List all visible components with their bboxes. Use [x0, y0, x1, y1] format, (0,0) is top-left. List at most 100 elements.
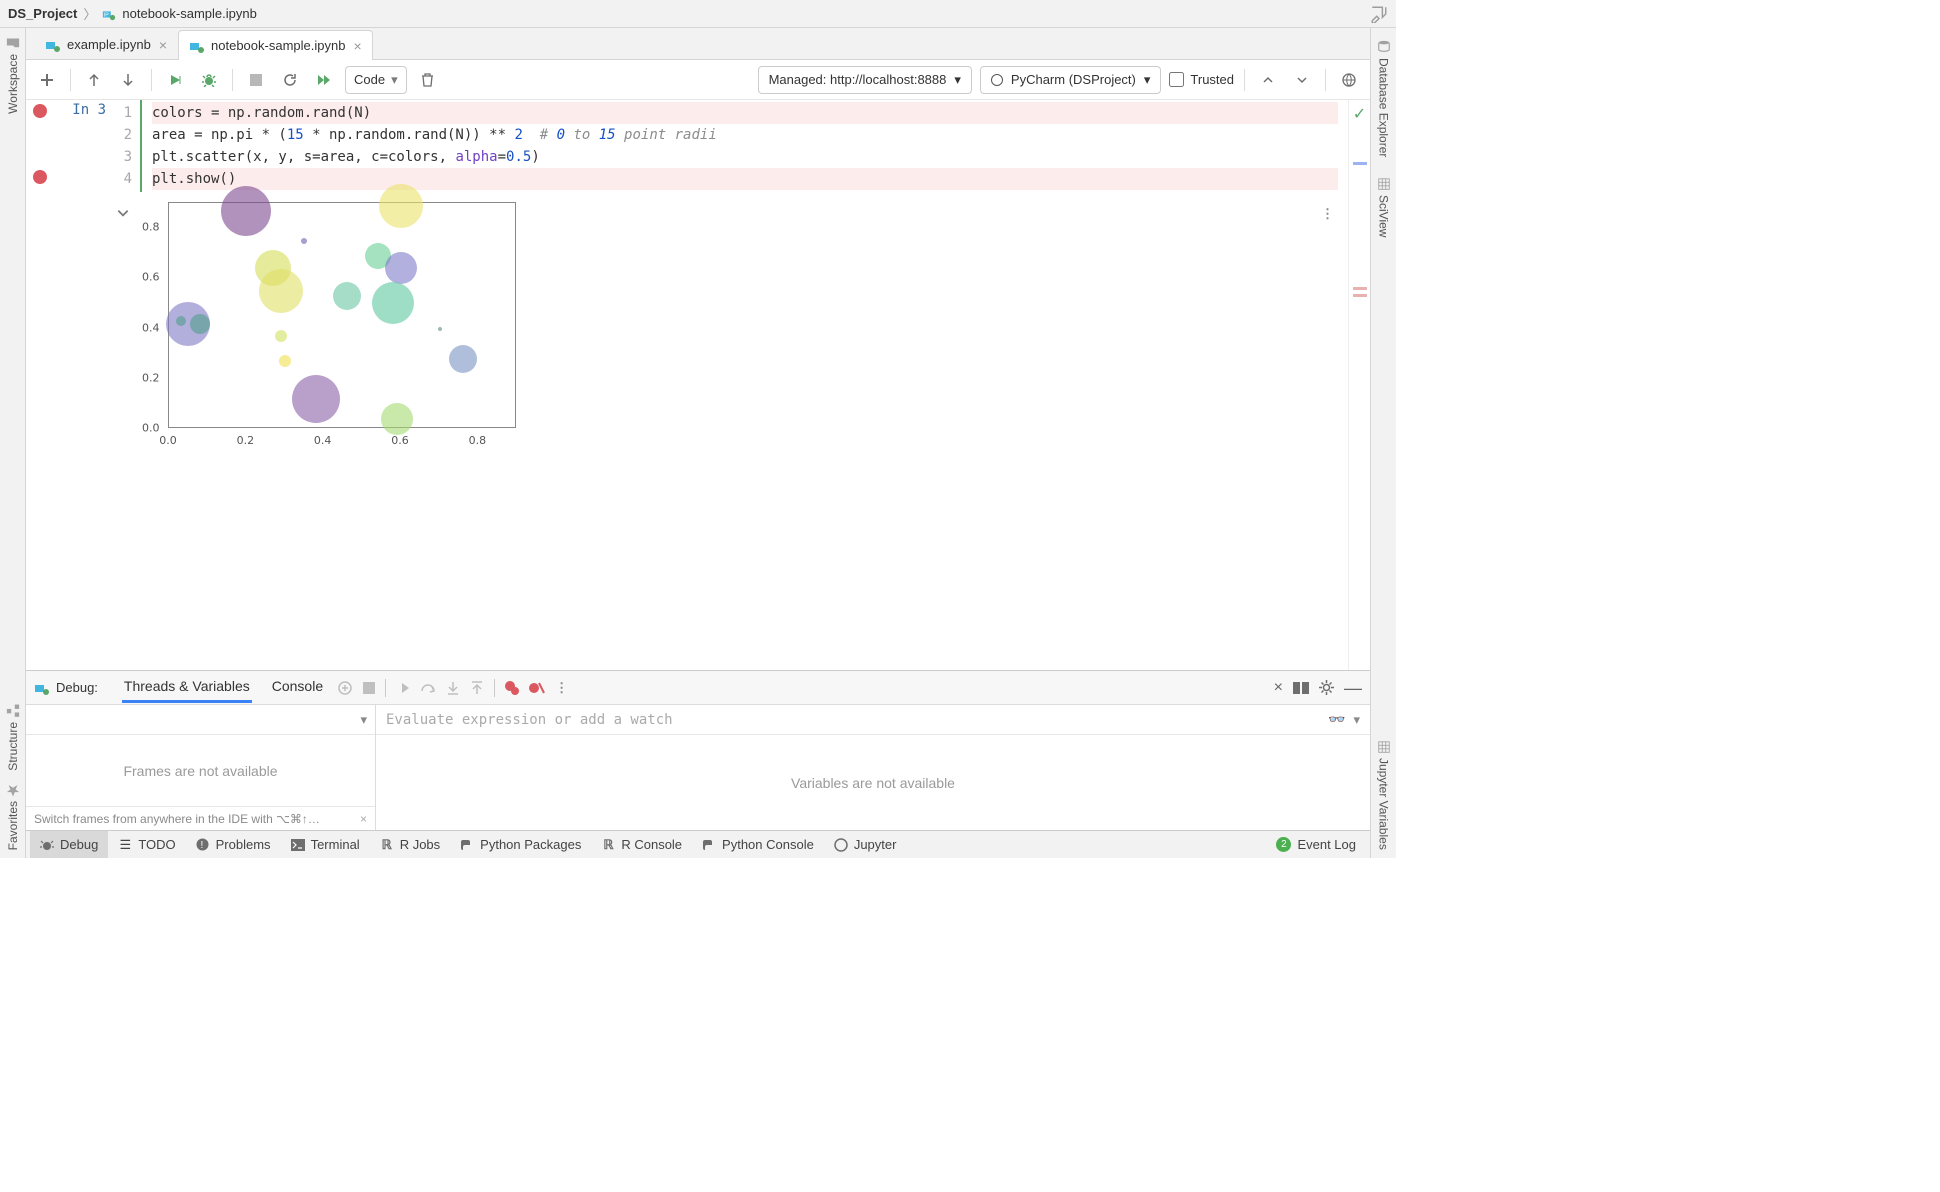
gutter-marker[interactable] — [1353, 287, 1367, 290]
gutter-marker[interactable] — [1353, 294, 1367, 297]
edit-sources-icon[interactable] — [1370, 5, 1388, 23]
delete-cell-button[interactable] — [415, 67, 441, 93]
jupyter-icon — [834, 838, 848, 852]
run-cell-button[interactable] — [162, 67, 188, 93]
watch-dropdown[interactable]: ▾ — [1353, 712, 1360, 728]
gutter-marker[interactable] — [1353, 162, 1367, 165]
breadcrumb-file[interactable]: notebook-sample.ipynb — [122, 6, 256, 21]
restart-button[interactable] — [277, 67, 303, 93]
frames-dropdown[interactable]: ▾ — [360, 712, 367, 728]
breakpoint-marker[interactable] — [33, 104, 47, 118]
stop-debug-button[interactable] — [363, 682, 375, 694]
settings-button[interactable] — [1319, 680, 1334, 695]
database-explorer-toolwindow[interactable]: Database Explorer — [1377, 40, 1391, 157]
close-icon[interactable]: × — [159, 37, 167, 53]
debug-tab-threads[interactable]: Threads & Variables — [122, 672, 252, 703]
view-breakpoints-button[interactable] — [505, 681, 519, 695]
chevron-down-icon: ▾ — [1144, 72, 1151, 88]
sb-event-log[interactable]: 2Event Log — [1266, 831, 1366, 858]
add-cell-button[interactable] — [34, 67, 60, 93]
open-in-browser-button[interactable] — [1336, 67, 1362, 93]
breakpoint-marker[interactable] — [33, 170, 47, 184]
tab-notebook-sample[interactable]: notebook-sample.ipynb × — [178, 30, 373, 60]
sb-debug[interactable]: Debug — [30, 831, 108, 858]
sb-problems[interactable]: !Problems — [186, 831, 281, 858]
list-icon: ☰ — [118, 838, 132, 852]
editor-tabs: example.ipynb × notebook-sample.ipynb × — [26, 28, 1370, 60]
resume-button[interactable] — [396, 681, 410, 695]
chevron-down-icon: ▾ — [391, 72, 398, 88]
debug-cell-button[interactable] — [196, 67, 222, 93]
notebook-icon — [34, 680, 50, 696]
step-out-button[interactable] — [470, 681, 484, 695]
glasses-icon[interactable]: 👓 — [1328, 711, 1345, 728]
bug-icon — [40, 838, 54, 852]
code-content[interactable]: colors = np.random.rand(N)area = np.pi *… — [140, 100, 1348, 192]
cell-output: ⋮ 0.00.20.40.60.80.00.20.40.60.8 — [26, 202, 1348, 428]
structure-toolwindow[interactable]: Structure — [6, 704, 20, 771]
step-over-button[interactable] — [420, 681, 436, 695]
close-icon[interactable]: × — [353, 38, 361, 54]
inspection-ok-icon[interactable]: ✓ — [1353, 104, 1366, 124]
event-badge: 2 — [1276, 837, 1291, 852]
sb-python-packages[interactable]: Python Packages — [450, 831, 591, 858]
code-cell[interactable]: In 3 1 2 3 4 colors = np.random.rand(N)a… — [26, 100, 1348, 192]
tab-example[interactable]: example.ipynb × — [34, 29, 178, 59]
scatter-plot — [168, 202, 516, 428]
debug-title: Debug: — [34, 680, 98, 696]
breadcrumb[interactable]: DS_Project 〉 IP notebook-sample.ipynb — [8, 4, 257, 23]
workspace-toolwindow[interactable]: Workspace — [6, 36, 20, 114]
debug-tab-console[interactable]: Console — [270, 672, 325, 703]
star-icon — [6, 783, 20, 797]
step-into-button[interactable] — [446, 681, 460, 695]
debug-panel: Debug: Threads & Variables Console — [26, 670, 1370, 830]
jupyter-server-select[interactable]: Managed: http://localhost:8888 ▾ — [758, 66, 972, 94]
mute-breakpoints-button[interactable] — [529, 681, 545, 695]
favorites-toolwindow[interactable]: Favorites — [6, 783, 20, 850]
layout-button[interactable] — [1293, 682, 1309, 694]
terminal-icon — [291, 838, 305, 852]
notebook-icon — [45, 37, 61, 53]
add-watch-button[interactable] — [337, 680, 353, 696]
sciview-toolwindow[interactable]: SciView — [1377, 177, 1391, 237]
line-numbers: 1 2 3 4 — [112, 100, 140, 192]
variables-pane: 👓 ▾ Variables are not available — [376, 705, 1370, 830]
interrupt-button[interactable] — [243, 67, 269, 93]
sb-todo[interactable]: ☰TODO — [108, 831, 185, 858]
close-panel-button[interactable]: × — [1274, 679, 1283, 697]
cell-type-select[interactable]: Code ▾ — [345, 66, 407, 94]
gear-icon — [1319, 680, 1334, 695]
server-label: Managed: http://localhost:8888 — [769, 72, 947, 87]
collapse-output-toggle[interactable] — [116, 206, 130, 428]
sb-rjobs[interactable]: ℝR Jobs — [370, 831, 450, 858]
editor-area[interactable]: In 3 1 2 3 4 colors = np.random.rand(N)a… — [26, 100, 1348, 670]
frames-pane: ▾ Frames are not available Switch frames… — [26, 705, 376, 830]
structure-icon — [6, 704, 20, 718]
sb-rconsole[interactable]: ℝR Console — [591, 831, 692, 858]
python-icon — [460, 838, 474, 852]
right-tool-rail: Database Explorer SciView Jupyter Variab… — [1370, 28, 1396, 858]
move-up-button[interactable] — [81, 67, 107, 93]
breadcrumb-project[interactable]: DS_Project — [8, 6, 77, 21]
frames-empty-message: Frames are not available — [26, 735, 375, 806]
notebook-icon: IP — [102, 7, 116, 21]
more-actions-button[interactable]: ⋮ — [555, 680, 568, 696]
sb-python-console[interactable]: Python Console — [692, 831, 824, 858]
kernel-label: PyCharm (DSProject) — [1011, 72, 1136, 87]
move-down-button[interactable] — [115, 67, 141, 93]
sb-jupyter[interactable]: Jupyter — [824, 831, 907, 858]
sb-terminal[interactable]: Terminal — [281, 831, 370, 858]
grid-icon — [1377, 177, 1391, 191]
prev-cell-button[interactable] — [1255, 67, 1281, 93]
trusted-checkbox[interactable]: Trusted — [1169, 72, 1234, 87]
frames-tip: Switch frames from anywhere in the IDE w… — [26, 806, 375, 830]
kernel-select[interactable]: PyCharm (DSProject) ▾ — [980, 66, 1162, 94]
jupyter-variables-toolwindow[interactable]: Jupyter Variables — [1377, 740, 1391, 850]
trusted-input[interactable] — [1169, 72, 1184, 87]
chart-output: ⋮ 0.00.20.40.60.80.00.20.40.60.8 — [136, 202, 1348, 428]
close-tip-button[interactable]: × — [360, 812, 367, 826]
run-all-button[interactable] — [311, 67, 337, 93]
next-cell-button[interactable] — [1289, 67, 1315, 93]
evaluate-expression-input[interactable] — [386, 712, 1320, 728]
minimize-panel-button[interactable]: — — [1344, 684, 1362, 692]
